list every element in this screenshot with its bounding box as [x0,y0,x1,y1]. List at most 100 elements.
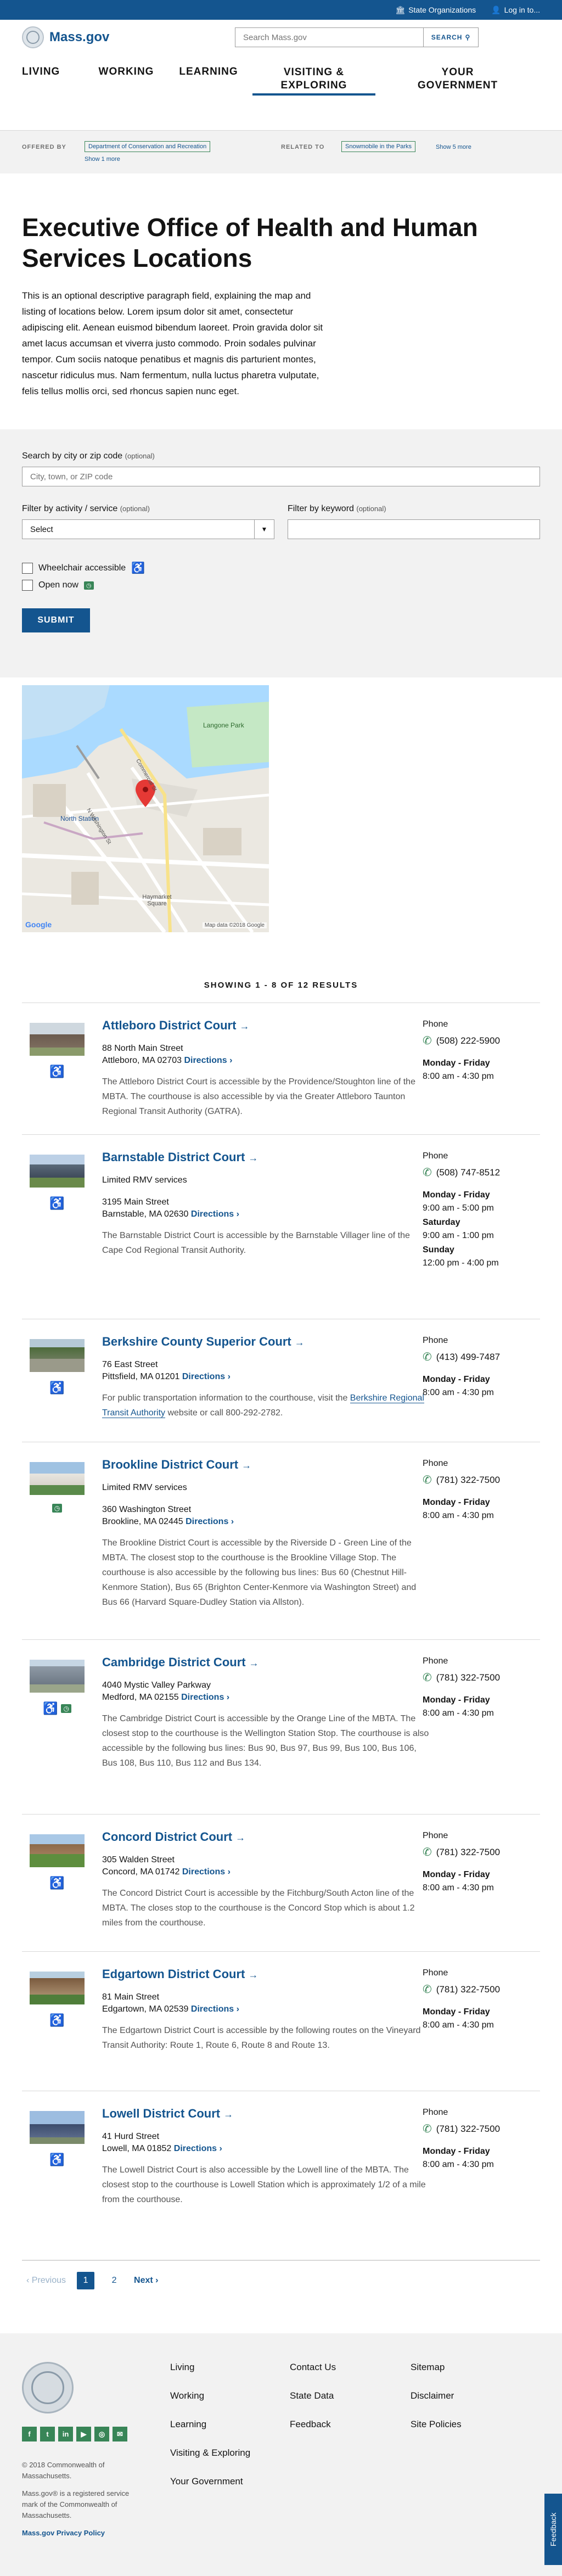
directions-link[interactable]: Directions › [191,1209,239,1219]
location-title-link[interactable]: Cambridge District Court → [102,1655,431,1670]
wheelchair-checkbox-box[interactable] [22,562,33,574]
location-street: 360 Washington Street [102,1505,192,1514]
list-item: ♿ Attleboro District Court → 88 North Mai… [22,1003,540,1134]
phone-link[interactable]: ✆ (508) 747-8512 [423,1166,540,1179]
open-now-checkbox[interactable]: Open now ◷ [22,580,94,591]
keyword-input[interactable] [288,519,540,539]
directions-link[interactable]: Directions › [191,2004,239,2014]
directions-link[interactable]: Directions › [181,1693,229,1702]
phone-link[interactable]: ✆ (781) 322-7500 [423,1983,540,1996]
directions-link[interactable]: Directions › [184,1056,232,1065]
page-1-button[interactable]: 1 [77,2272,95,2289]
footer-link-living[interactable]: Living [170,2362,250,2373]
site-search-button[interactable]: SEARCH ⚲ [423,28,478,47]
location-subtitle: Limited RMV services [102,1483,187,1492]
location-description: For public transportation information to… [102,1391,431,1420]
related-show-more[interactable]: Show 5 more [436,144,471,150]
footer-link-visiting[interactable]: Visiting & Exploring [170,2448,250,2459]
previous-page-button[interactable]: ‹ Previous [22,2276,66,2286]
directions-label: Directions [173,2144,217,2153]
wheelchair-checkbox[interactable]: Wheelchair accessible ♿ [22,561,145,575]
wheelchair-icon: ♿ [49,1196,65,1210]
city-zip-label: Search by city or zip code (optional) [22,451,155,461]
nav-item-working[interactable]: WORKING [88,55,165,130]
nav-item-living[interactable]: LIVING [22,55,88,130]
phone-link[interactable]: ✆ (781) 322-7500 [423,1473,540,1487]
phone-icon: ✆ [423,1672,432,1684]
footer-link-site-policies[interactable]: Site Policies [411,2419,462,2430]
phone-icon: ✆ [423,1474,432,1486]
directions-link[interactable]: Directions › [182,1867,231,1877]
logo-text: Mass.gov [49,30,110,44]
courthouse-photo [30,1462,85,1495]
phone-label: Phone [423,1020,448,1029]
privacy-policy-link[interactable]: Mass.gov Privacy Policy [22,2528,132,2539]
footer-link-working[interactable]: Working [170,2390,250,2401]
state-organizations-link[interactable]: 🏛 State Organizations [395,5,476,15]
city-zip-input[interactable]: City, town, or ZIP code [22,467,540,486]
linkedin-icon[interactable]: in [58,2427,73,2441]
location-title-link[interactable]: Berkshire County Superior Court → [102,1335,431,1349]
facebook-icon[interactable]: f [22,2427,37,2441]
optional-hint: (optional) [356,505,386,513]
youtube-icon[interactable]: ▶ [76,2427,91,2441]
phone-link[interactable]: ✆ (508) 222-5900 [423,1034,540,1048]
map-label-square: Haymarket Square [142,894,172,907]
footer-link-disclaimer[interactable]: Disclaimer [411,2390,462,2401]
footer-link-contact[interactable]: Contact Us [290,2362,336,2373]
login-link[interactable]: 👤 Log in to... [491,5,540,15]
related-to-item[interactable]: Snowmobile in the Parks [341,141,416,152]
next-page-button[interactable]: Next › [134,2276,158,2286]
open-now-checkbox-label: Open now [38,580,78,590]
location-title-link[interactable]: Brookline District Court → [102,1458,431,1472]
location-title-link[interactable]: Attleboro District Court → [102,1018,431,1033]
footer-link-feedback[interactable]: Feedback [290,2419,336,2430]
directions-link[interactable]: Directions › [186,1517,234,1526]
locations-map[interactable]: Langone Park North Station Commercial St… [22,685,269,932]
site-footer: f t in ▶ ◎ ✉ © 2018 Commonwealth of Mass… [0,2333,562,2576]
footer-link-learning[interactable]: Learning [170,2419,250,2430]
list-item: ♿ Berkshire County Superior Court → 76 Ea… [22,1319,540,1442]
list-item: ♿ Lowell District Court → 41 Hurd Street … [22,2091,540,2229]
offered-show-more[interactable]: Show 1 more [85,156,120,163]
activity-label-text: Filter by activity / service [22,504,118,513]
email-icon[interactable]: ✉ [113,2427,127,2441]
phone-link[interactable]: ✆ (781) 322-7500 [423,2122,540,2136]
footer-link-state-data[interactable]: State Data [290,2390,336,2401]
directions-link[interactable]: Directions › [182,1372,231,1381]
location-title-link[interactable]: Edgartown District Court → [102,1967,431,1981]
footer-link-sitemap[interactable]: Sitemap [411,2362,462,2373]
page-2-button[interactable]: 2 [105,2272,123,2289]
nav-item-visiting[interactable]: VISITING & EXPLORING [252,55,375,96]
instagram-icon[interactable]: ◎ [94,2427,109,2441]
description-tail: website or call 800-292-2782. [167,1408,283,1418]
phone-icon: ✆ [423,1167,432,1179]
location-title-link[interactable]: Lowell District Court → [102,2107,431,2121]
location-street: 81 Main Street [102,1992,160,2002]
phone-link[interactable]: ✆ (781) 322-7500 [423,1671,540,1684]
submit-button[interactable]: SUBMIT [22,608,90,632]
city-zip-label-text: Search by city or zip code [22,451,123,461]
twitter-icon[interactable]: t [40,2427,55,2441]
trademark-note: Mass.gov® is a registered service mark o… [22,2489,130,2519]
site-logo[interactable]: Mass.gov [22,26,109,48]
site-search-input[interactable] [235,28,423,47]
offered-by-org[interactable]: Department of Conservation and Recreatio… [85,141,211,152]
directions-label: Directions [186,1517,229,1526]
location-title: Brookline District Court [102,1458,239,1471]
list-item: ♿ Edgartown District Court → 81 Main Stre… [22,1951,540,2091]
open-now-checkbox-box[interactable] [22,580,33,591]
feedback-tab[interactable]: Feedback [544,2494,562,2565]
footer-column: Sitemap Disclaimer Site Policies [411,2362,462,2448]
nav-item-learning[interactable]: LEARNING [165,55,252,130]
phone-link[interactable]: ✆ (781) 322-7500 [423,1845,540,1859]
nav-item-your-government[interactable]: YOUR GOVERNMENT [375,55,507,130]
hours-days: Saturday [423,1218,460,1227]
footer-link-government[interactable]: Your Government [170,2476,250,2487]
hours-days: Monday - Friday [423,1059,490,1068]
location-title-link[interactable]: Barnstable District Court → [102,1150,431,1164]
activity-select[interactable]: Select ▼ [22,519,274,539]
phone-link[interactable]: ✆ (413) 499-7487 [423,1350,540,1364]
directions-link[interactable]: Directions › [174,2144,222,2153]
location-title-link[interactable]: Concord District Court → [102,1830,431,1844]
